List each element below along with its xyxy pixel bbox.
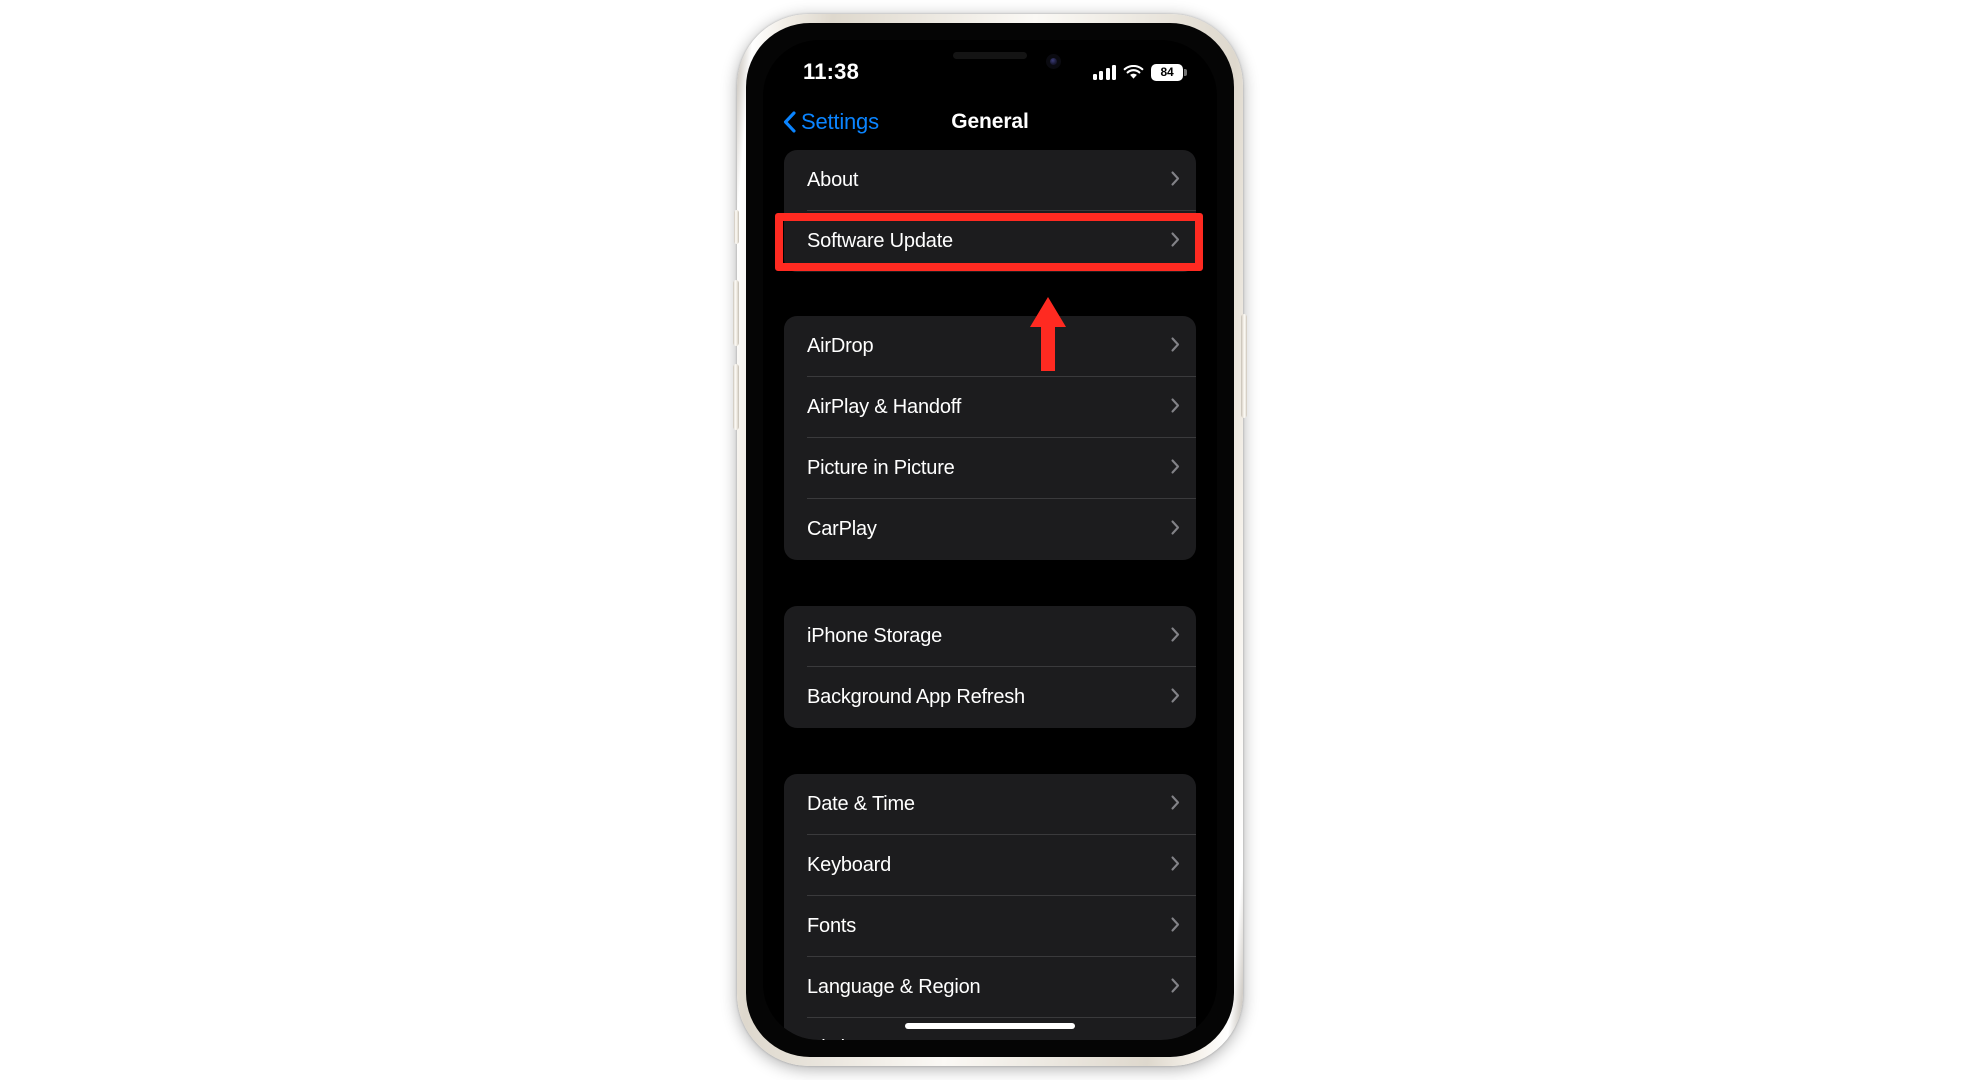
row-airplay-handoff[interactable]: AirPlay & Handoff — [784, 377, 1196, 438]
row-software-update[interactable]: Software Update — [784, 211, 1196, 272]
settings-list[interactable]: About Software Update AirDrop AirPlay & … — [763, 150, 1217, 1040]
page-title: General — [951, 110, 1029, 133]
row-label: Language & Region — [807, 976, 981, 998]
back-button-label: Settings — [801, 109, 879, 134]
row-label: AirDrop — [807, 335, 874, 357]
power-button[interactable] — [1241, 314, 1247, 418]
row-airdrop[interactable]: AirDrop — [784, 316, 1196, 377]
settings-group-localization: Date & Time Keyboard Fonts Language & Re… — [784, 774, 1196, 1040]
row-language-region[interactable]: Language & Region — [784, 957, 1196, 1018]
row-keyboard[interactable]: Keyboard — [784, 835, 1196, 896]
row-iphone-storage[interactable]: iPhone Storage — [784, 606, 1196, 667]
chevron-right-icon — [1171, 687, 1180, 708]
chevron-right-icon — [1171, 626, 1180, 647]
chevron-right-icon — [1171, 336, 1180, 357]
notch — [887, 40, 1093, 83]
chevron-right-icon — [1171, 231, 1180, 252]
status-bar-clock: 11:38 — [803, 59, 860, 84]
row-label: About — [807, 169, 859, 191]
chevron-right-icon — [1171, 794, 1180, 815]
chevron-right-icon — [1171, 1038, 1180, 1040]
screenshot-canvas: 11:38 84 Settings General About Software… — [0, 0, 1980, 1080]
chevron-right-icon — [1171, 977, 1180, 998]
row-about[interactable]: About — [784, 150, 1196, 211]
group-gap — [784, 560, 1196, 606]
settings-group-storage: iPhone Storage Background App Refresh — [784, 606, 1196, 728]
back-button[interactable]: Settings — [783, 109, 879, 135]
home-indicator[interactable] — [905, 1023, 1075, 1029]
row-fonts[interactable]: Fonts — [784, 896, 1196, 957]
chevron-right-icon — [1171, 855, 1180, 876]
row-picture-in-picture[interactable]: Picture in Picture — [784, 438, 1196, 499]
row-background-app-refresh[interactable]: Background App Refresh — [784, 667, 1196, 728]
group-gap — [784, 728, 1196, 774]
wifi-icon — [1123, 64, 1144, 80]
battery-icon: 84 — [1151, 63, 1187, 81]
row-label: Background App Refresh — [807, 686, 1025, 708]
group-gap — [784, 272, 1196, 316]
row-label: Software Update — [807, 230, 953, 252]
silent-switch[interactable] — [734, 210, 739, 244]
battery-percent-label: 84 — [1160, 65, 1174, 79]
row-label: Keyboard — [807, 854, 892, 876]
front-camera-icon — [1046, 54, 1061, 69]
row-label: Fonts — [807, 915, 857, 937]
earpiece-speaker — [953, 52, 1027, 59]
chevron-right-icon — [1171, 170, 1180, 191]
device-screen: 11:38 84 Settings General About Software… — [763, 40, 1217, 1040]
row-dictionary[interactable]: Dictionary — [784, 1018, 1196, 1040]
chevron-right-icon — [1171, 397, 1180, 418]
settings-group-sharing: AirDrop AirPlay & Handoff Picture in Pic… — [784, 316, 1196, 560]
settings-group-system: About Software Update — [784, 150, 1196, 272]
signal-bars-icon — [1092, 64, 1116, 80]
chevron-right-icon — [1171, 519, 1180, 540]
row-carplay[interactable]: CarPlay — [784, 499, 1196, 560]
row-label: Date & Time — [807, 793, 915, 815]
row-label: Picture in Picture — [807, 457, 955, 479]
chevron-left-icon — [783, 111, 796, 133]
volume-down-button[interactable] — [733, 364, 739, 430]
status-bar-indicators: 84 — [1092, 63, 1187, 81]
volume-up-button[interactable] — [733, 280, 739, 346]
chevron-right-icon — [1171, 916, 1180, 937]
row-label: CarPlay — [807, 518, 877, 540]
row-label: AirPlay & Handoff — [807, 396, 962, 418]
row-label: Dictionary — [807, 1037, 1171, 1040]
chevron-right-icon — [1171, 458, 1180, 479]
row-date-time[interactable]: Date & Time — [784, 774, 1196, 835]
row-label: iPhone Storage — [807, 625, 943, 647]
iphone-device: 11:38 84 Settings General About Software… — [733, 14, 1247, 1066]
navigation-bar: Settings General — [763, 94, 1217, 150]
device-bezel: 11:38 84 Settings General About Software… — [746, 23, 1234, 1057]
